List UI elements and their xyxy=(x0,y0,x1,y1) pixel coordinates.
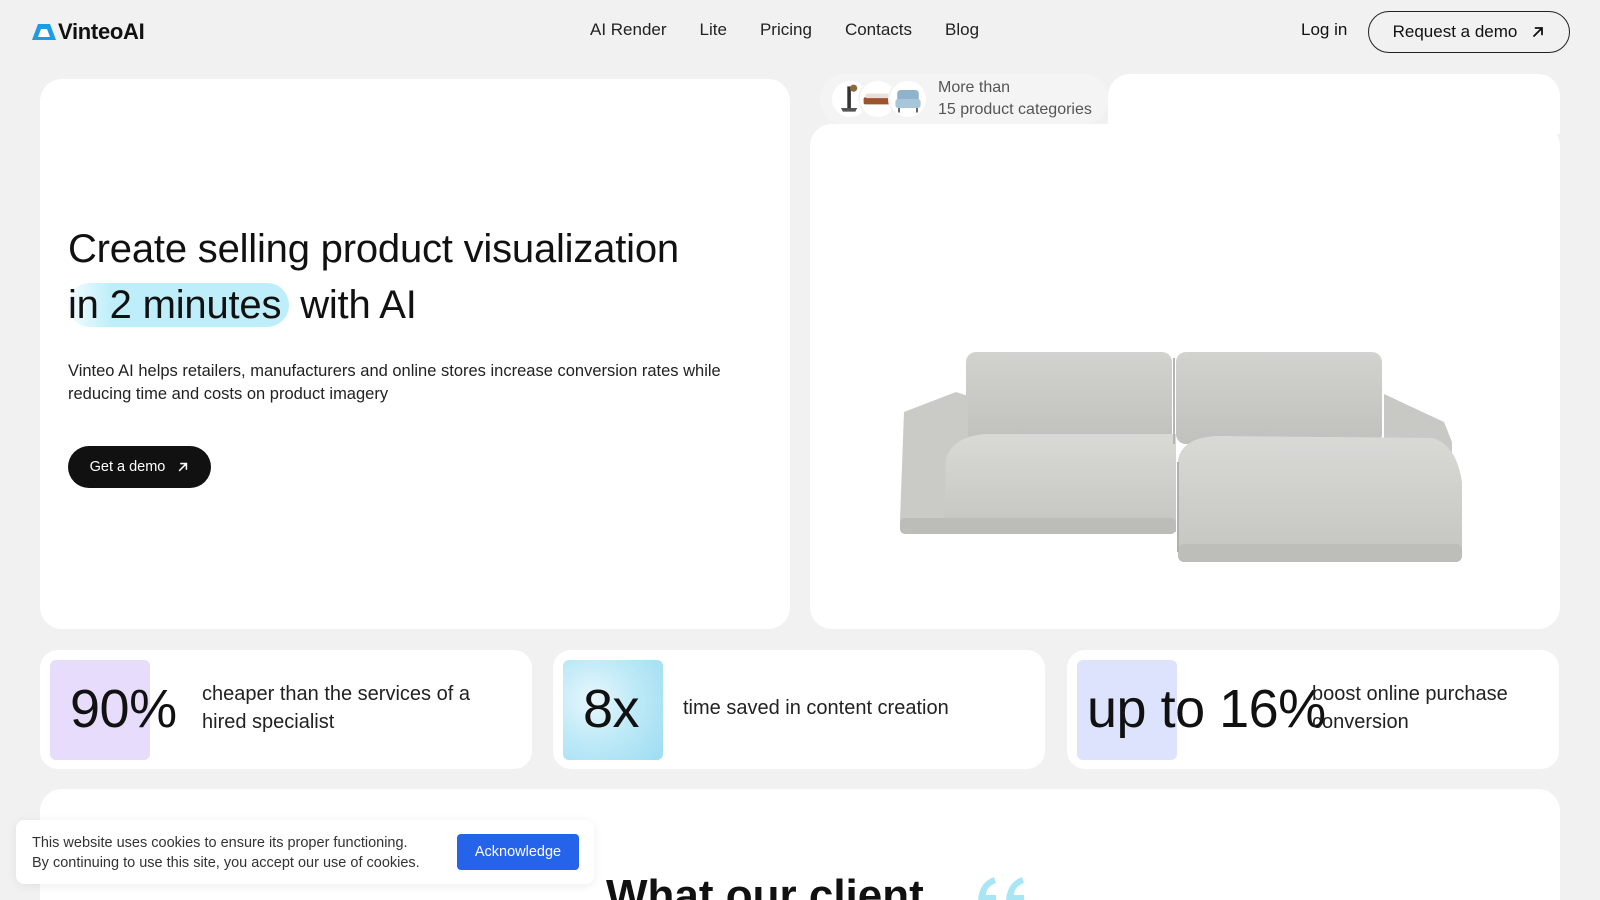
nav-lite[interactable]: Lite xyxy=(700,20,727,40)
quote-icon xyxy=(978,877,1024,900)
stat-description: time saved in content creation xyxy=(683,697,949,719)
get-demo-button[interactable]: Get a demo xyxy=(68,446,211,488)
stat-value: up to 16% xyxy=(1087,679,1326,739)
logo[interactable]: VinteoAI xyxy=(32,19,145,45)
stat-value: 90% xyxy=(70,679,177,739)
cookie-text-line1: This website uses cookies to ensure its … xyxy=(32,835,408,851)
hero-card: Create selling product visualization in … xyxy=(40,79,790,629)
stat-card-conversion: up to 16% boost online purchase conversi… xyxy=(1067,650,1559,769)
site-header: VinteoAI AI Render Lite Pricing Contacts… xyxy=(0,0,1600,64)
categories-line2: 15 product categories xyxy=(938,101,1092,118)
categories-line1: More than xyxy=(938,79,1011,96)
nav-blog[interactable]: Blog xyxy=(945,20,979,40)
request-demo-label: Request a demo xyxy=(1392,22,1518,41)
get-demo-label: Get a demo xyxy=(89,459,166,475)
nav-ai-render[interactable]: AI Render xyxy=(590,20,667,40)
testimonials-heading: What our client xyxy=(606,871,924,900)
nav-pricing[interactable]: Pricing xyxy=(760,20,812,40)
stat-description: cheaper than the services of a hired spe… xyxy=(202,683,470,733)
cookie-banner: This website uses cookies to ensure its … xyxy=(16,820,594,884)
nav-contacts[interactable]: Contacts xyxy=(845,20,912,40)
hero-title-rest: with AI xyxy=(300,283,417,327)
logo-text: VinteoAI xyxy=(58,19,145,44)
hero-title-highlight: in 2 minutes xyxy=(68,283,290,327)
armchair-thumbnail xyxy=(888,79,928,119)
stat-value: 8x xyxy=(583,679,640,739)
acknowledge-button[interactable]: Acknowledge xyxy=(457,834,579,870)
main-nav: AI Render Lite Pricing Contacts Blog xyxy=(590,20,1012,40)
stat-description: boost online purchase conversion xyxy=(1312,683,1508,733)
login-link[interactable]: Log in xyxy=(1301,20,1347,40)
logo-icon xyxy=(32,24,56,40)
arrow-up-right-icon xyxy=(179,462,188,472)
hero-description: Vinteo AI helps retailers, manufacturers… xyxy=(68,362,721,403)
category-thumbnails xyxy=(830,76,934,122)
stat-card-cost: 90% cheaper than the services of a hired… xyxy=(40,650,532,769)
arrow-up-right-icon xyxy=(1533,27,1544,37)
product-categories-badge: More than 15 product categories xyxy=(820,74,1108,124)
request-demo-button[interactable]: Request a demo xyxy=(1368,11,1570,53)
sofa-product-image xyxy=(900,352,1462,562)
stat-card-time: 8x time saved in content creation xyxy=(553,650,1045,769)
hero-image-panel: More than 15 product categories xyxy=(810,74,1560,629)
hero-title-line1: Create selling product visualization xyxy=(68,227,679,271)
hero-title: Create selling product visualization in … xyxy=(68,221,768,333)
cookie-text-line2: By continuing to use this site, you acce… xyxy=(32,855,420,871)
